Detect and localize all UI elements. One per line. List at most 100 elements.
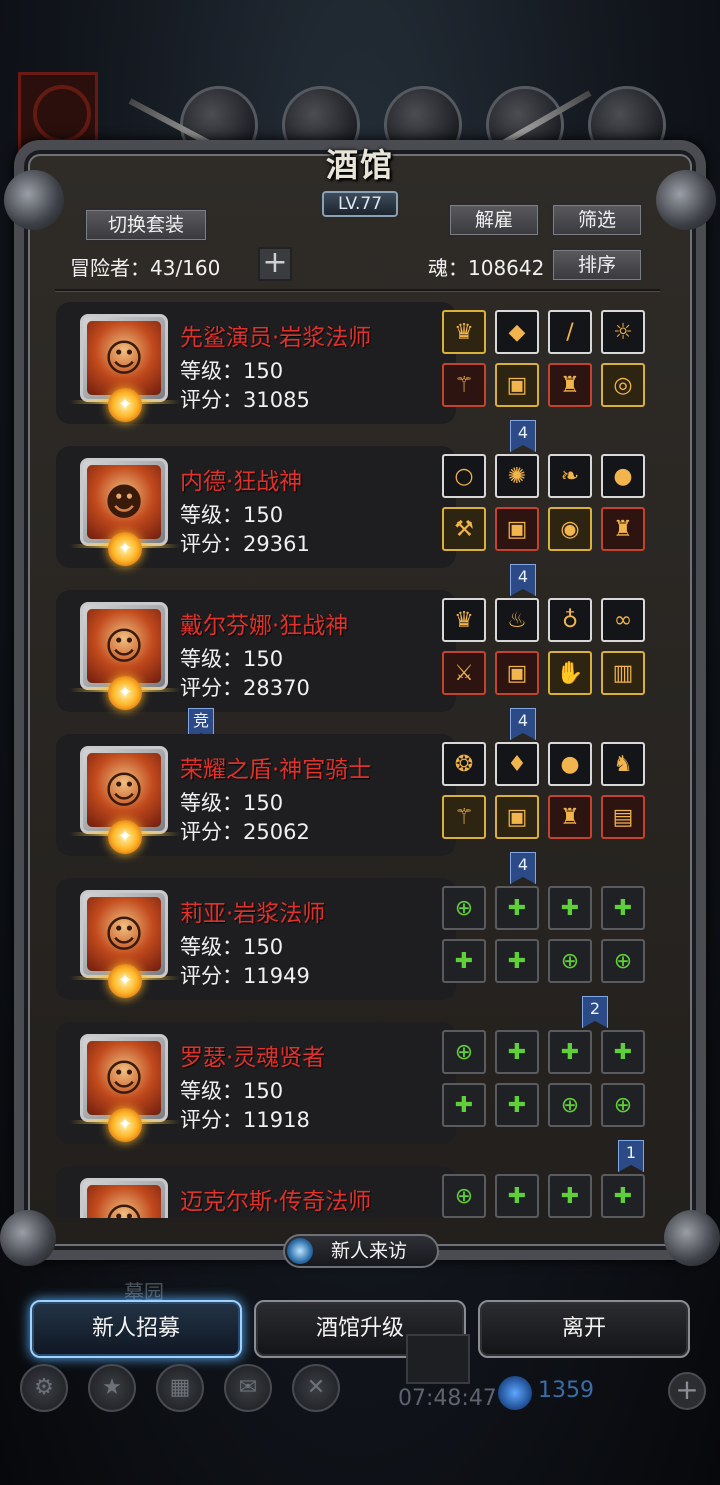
filter-button[interactable]: 筛选 [551,203,643,237]
armor-icon[interactable]: ▣ [495,795,539,839]
rank-badge-icon: ✦ [108,820,142,854]
hero-card[interactable]: ☺ ✦ 莉亚·岩浆法师 等级：150 评分：11949 ⊕ ✚ ✚ ✚ ✚ ✚ … [56,878,656,1028]
empty-slot-plus-icon[interactable]: ✚ [495,886,539,930]
axe-icon[interactable]: ⚒ [442,507,486,551]
empty-slot-plus-icon[interactable]: ✚ [601,1030,645,1074]
empty-slot-plus-icon[interactable]: ⊕ [548,939,592,983]
ring-icon[interactable]: ◉ [548,507,592,551]
cloak-icon[interactable]: ♞ [601,742,645,786]
hero-name: 内德·狂战神 [180,469,303,495]
recruit-button[interactable]: 新人招募 [30,1300,242,1358]
plus-icon: + [262,245,288,280]
empty-slot-plus-icon[interactable]: ✚ [601,1174,645,1218]
sort-button[interactable]: 排序 [551,248,643,282]
feather-icon[interactable]: ❧ [548,454,592,498]
ring-icon[interactable]: ○ [442,454,486,498]
divider [55,289,660,291]
hero-score: 评分：11918 [180,1108,310,1132]
hero-card[interactable]: ☺ ✦ 先鲨演员·岩浆法师 等级：150 评分：31085 ♛ ◆ / ☼ ⚚ … [56,302,658,452]
equipment-grid: ❂ ♦ ● ♞ ⚚ ▣ ♜ ▤ [442,742,658,839]
stone-icon[interactable]: ● [548,742,592,786]
dismiss-button[interactable]: 解雇 [448,203,540,237]
hero-level: 等级：150 [180,359,284,383]
rank-badge-icon: ✦ [108,388,142,422]
crown-icon[interactable]: ♛ [442,310,486,354]
add-slots-button[interactable]: + [258,247,292,281]
stone-icon[interactable]: ● [601,454,645,498]
empty-slot-plus-icon[interactable]: ✚ [548,1174,592,1218]
hero-score: 评分：28370 [180,676,310,700]
necklace-icon[interactable]: ❂ [442,742,486,786]
empty-slot-plus-icon[interactable]: ✚ [442,939,486,983]
gem-icon[interactable]: ◆ [495,310,539,354]
empty-slot-plus-icon[interactable]: ✚ [495,939,539,983]
hero-name: 罗瑟·灵魂贤者 [180,1045,326,1071]
potion-icon[interactable]: ♁ [548,598,592,642]
new-visitor-button[interactable]: 新人来访 [283,1234,439,1268]
hero-card[interactable]: ☺ ✦ 罗瑟·灵魂贤者 等级：150 评分：11918 ⊕ ✚ ✚ ✚ ✚ ✚ … [56,1022,656,1172]
flame-icon[interactable]: ♨ [495,598,539,642]
equipment-grid: ♛ ◆ / ☼ ⚚ ▣ ♜ ◎ [442,310,658,407]
empty-slot-plus-icon[interactable]: ✚ [601,886,645,930]
gauntlet-icon[interactable]: ✋ [548,651,592,695]
battleaxe-icon[interactable]: ⚔ [442,651,486,695]
armor-icon[interactable]: ▣ [495,363,539,407]
dagger-icon[interactable]: / [548,310,592,354]
mail-icon[interactable]: ✉ [224,1364,272,1412]
switch-outfit-button[interactable]: 切换套装 [84,208,208,242]
game-screen: 酒馆 LV.77 切换套装 解雇 筛选 排序 冒险者：43/160 + 魂：10… [0,0,720,1485]
redhair-face-icon: ☺ [87,609,161,683]
shield-icon[interactable]: ◎ [601,363,645,407]
empty-slot-plus-icon[interactable]: ⊕ [548,1083,592,1127]
adventurer-count: 冒险者：43/160 [70,256,221,280]
boots-icon[interactable]: ▥ [601,651,645,695]
empty-slot-plus-icon[interactable]: ⊕ [601,1083,645,1127]
star-icon[interactable]: ★ [88,1364,136,1412]
mage-face-icon: ☺ [87,1185,161,1218]
battle-icon[interactable]: ✕ [292,1364,340,1412]
emerald-icon[interactable]: ♦ [495,742,539,786]
hero-level: 等级：150 [180,647,284,671]
armor-icon[interactable]: ▣ [495,507,539,551]
leave-button[interactable]: 离开 [478,1300,690,1358]
hero-card[interactable]: ☺ ✦ 戴尔芬娜·狂战神 等级：150 评分：28370 ♛ ♨ ♁ ∞ ⚔ ▣… [56,590,656,740]
hero-card[interactable]: ☻ ✦ 内德·狂战神 等级：150 评分：29361 ○ ✺ ❧ ● ⚒ ▣ ◉… [56,446,656,596]
empty-slot-plus-icon[interactable]: ✚ [495,1030,539,1074]
empty-slot-plus-icon[interactable]: ✚ [495,1174,539,1218]
orb-icon[interactable]: ✺ [495,454,539,498]
frame-ornament [0,1210,56,1266]
scepter-icon[interactable]: ⚚ [442,795,486,839]
berserker-face-icon: ☻ [87,465,161,539]
empty-slot-plus-icon[interactable]: ⊕ [442,886,486,930]
gem-count: 1359 [538,1378,594,1403]
lantern-icon[interactable]: ☼ [601,310,645,354]
hero-portrait[interactable]: ☺ [80,1178,168,1218]
frame-ornament [664,1210,720,1266]
helmet-icon[interactable]: ♜ [601,507,645,551]
empty-slot-plus-icon[interactable]: ✚ [495,1083,539,1127]
empty-slot-plus-icon[interactable]: ⊕ [601,939,645,983]
empty-slot-plus-icon[interactable]: ✚ [548,1030,592,1074]
helmet-icon[interactable]: ♜ [548,795,592,839]
helmet-icon[interactable]: ♜ [548,363,592,407]
hero-list[interactable]: ☺ ✦ 先鲨演员·岩浆法师 等级：150 评分：31085 ♛ ◆ / ☼ ⚚ … [56,300,668,1218]
tower-icon[interactable] [406,1334,470,1384]
empty-slot-plus-icon[interactable]: ⊕ [442,1174,486,1218]
crown-icon[interactable]: ♛ [442,598,486,642]
shop-icon[interactable]: ▦ [156,1364,204,1412]
bracelet-icon[interactable]: ∞ [601,598,645,642]
tavern-level-badge: LV.77 [322,191,398,217]
armor-icon[interactable]: ▣ [495,651,539,695]
empty-slot-plus-icon[interactable]: ⊕ [442,1030,486,1074]
rank-badge-icon: ✦ [108,532,142,566]
settings-icon[interactable]: ⚙ [20,1364,68,1412]
hero-card[interactable]: ☺ 迈克尔斯·传奇法师 ⊕ ✚ ✚ ✚ [56,1166,656,1218]
empty-slot-plus-icon[interactable]: ✚ [442,1083,486,1127]
tome-icon[interactable]: ▤ [601,795,645,839]
staff-icon[interactable]: ⚚ [442,363,486,407]
empty-slot-plus-icon[interactable]: ✚ [548,886,592,930]
soul-count: 魂：108642 [428,256,545,280]
equipment-grid: ⊕ ✚ ✚ ✚ [442,1174,658,1218]
add-gems-button[interactable]: + [668,1372,706,1410]
hero-card[interactable]: ☺ ✦ 荣耀之盾·神官骑士 等级：150 评分：25062 ❂ ♦ ● ♞ ⚚ … [56,734,658,884]
